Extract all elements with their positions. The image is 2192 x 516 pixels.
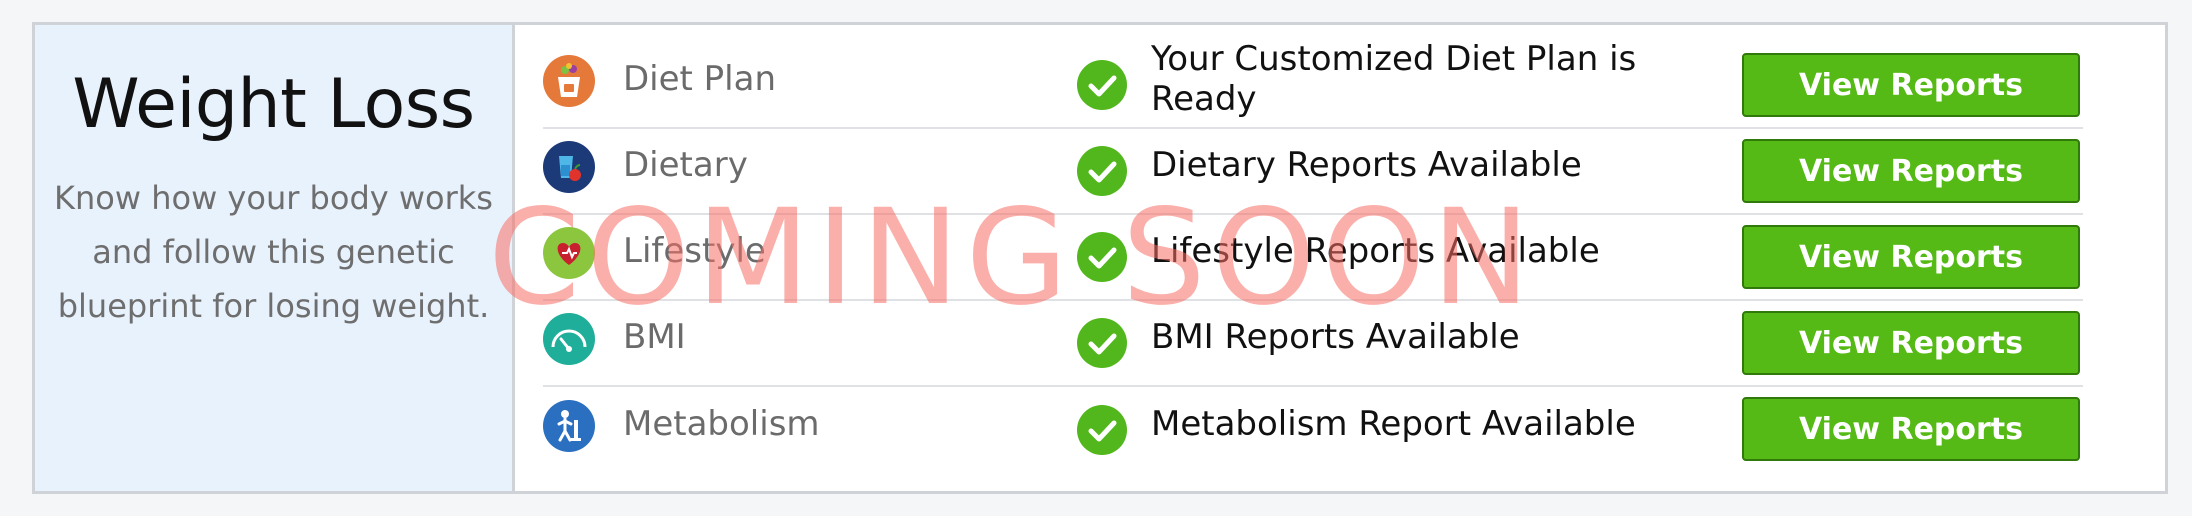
view-reports-button[interactable]: View Reports [1742,139,2080,203]
row-label: Dietary [623,145,748,185]
row-status: Your Customized Diet Plan is Ready [1151,39,1637,119]
dietary-icon [543,141,595,193]
check-icon [1077,405,1127,455]
report-row-metabolism: Metabolism Metabolism Report Available V… [543,387,2083,473]
view-reports-button[interactable]: View Reports [1742,311,2080,375]
report-list: Diet Plan Your Customized Diet Plan is R… [515,25,2165,491]
row-status: Dietary Reports Available [1151,145,1582,185]
row-status: BMI Reports Available [1151,317,1520,357]
metabolism-icon [543,400,595,452]
row-status: Lifestyle Reports Available [1151,231,1600,271]
row-label: Diet Plan [623,59,777,99]
view-reports-button[interactable]: View Reports [1742,53,2080,117]
bmi-gauge-icon [543,313,595,365]
report-row-bmi: BMI BMI Reports Available View Reports [543,301,2083,387]
check-icon [1077,318,1127,368]
row-label: BMI [623,317,686,357]
view-reports-button[interactable]: View Reports [1742,225,2080,289]
lifestyle-heart-icon [543,227,595,279]
report-row-diet-plan: Diet Plan Your Customized Diet Plan is R… [543,39,2083,129]
weight-loss-card: Weight Loss Know how your body works and… [32,22,2168,494]
diet-plan-icon [543,55,595,107]
check-icon [1077,60,1127,110]
report-row-dietary: Dietary Dietary Reports Available View R… [543,129,2083,215]
panel-title: Weight Loss [72,65,475,144]
row-label: Lifestyle [623,231,766,271]
category-panel: Weight Loss Know how your body works and… [35,25,515,491]
row-label: Metabolism [623,404,820,444]
report-row-lifestyle: Lifestyle Lifestyle Reports Available Vi… [543,215,2083,301]
row-status: Metabolism Report Available [1151,404,1636,444]
check-icon [1077,232,1127,282]
view-reports-button[interactable]: View Reports [1742,397,2080,461]
panel-description: Know how your body works and follow this… [54,179,493,326]
check-icon [1077,146,1127,196]
